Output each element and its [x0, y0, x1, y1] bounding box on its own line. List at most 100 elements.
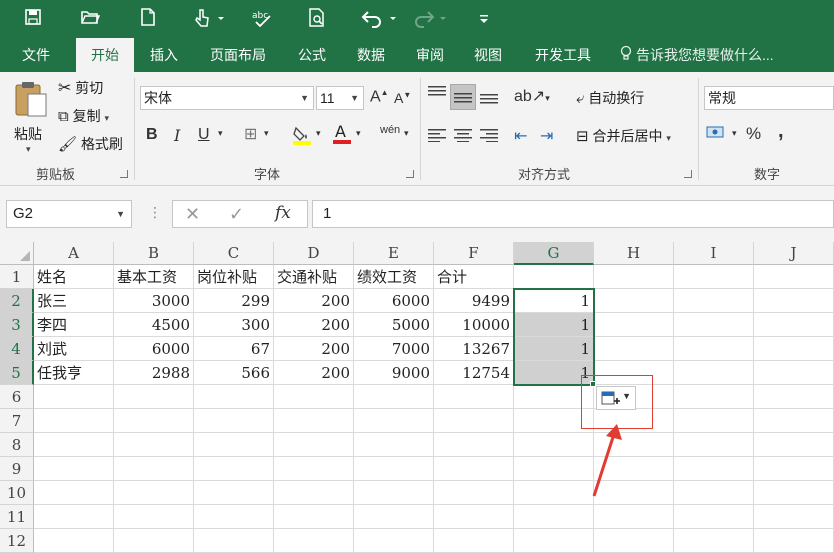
row-header-8[interactable]: 8 — [0, 433, 34, 457]
cell-e4[interactable]: 7000 — [354, 337, 434, 361]
cell-g8[interactable] — [514, 433, 594, 457]
row-header-7[interactable]: 7 — [0, 409, 34, 433]
formula-input[interactable]: 1 — [312, 200, 834, 228]
save-icon[interactable] — [24, 8, 42, 26]
copy-dropdown-icon[interactable]: ▾ — [105, 113, 110, 123]
cell-i9[interactable] — [674, 457, 754, 481]
cell-j11[interactable] — [754, 505, 834, 529]
paste-button[interactable]: 粘贴 ▾ — [12, 78, 52, 162]
row-header-12[interactable]: 12 — [0, 529, 34, 553]
tab-view[interactable]: 视图 — [462, 38, 514, 72]
cell-h1[interactable] — [594, 265, 674, 289]
insert-function-icon[interactable]: fx — [275, 203, 291, 223]
align-left-icon[interactable] — [428, 128, 446, 146]
cell-d6[interactable] — [274, 385, 354, 409]
fill-color-dropdown-icon[interactable]: ▾ — [316, 128, 321, 139]
open-icon[interactable] — [80, 8, 100, 26]
cell-d5[interactable]: 200 — [274, 361, 354, 385]
bold-button[interactable]: B — [146, 126, 158, 144]
cell-h12[interactable] — [594, 529, 674, 553]
cell-j6[interactable] — [754, 385, 834, 409]
cell-f5[interactable]: 12754 — [434, 361, 514, 385]
cell-b11[interactable] — [114, 505, 194, 529]
row-header-1[interactable]: 1 — [0, 265, 34, 289]
column-header-b[interactable]: B — [114, 242, 194, 265]
align-top-icon[interactable] — [428, 86, 446, 104]
cell-j10[interactable] — [754, 481, 834, 505]
align-center-icon[interactable] — [454, 128, 472, 146]
tab-home[interactable]: 开始 — [76, 38, 134, 72]
merge-center-button[interactable]: ⊟ 合并后居中 ▾ — [576, 126, 671, 146]
cancel-icon[interactable]: ✕ — [185, 204, 200, 225]
drag-handle-icon[interactable]: ⋮ — [148, 204, 162, 221]
tab-data[interactable]: 数据 — [344, 38, 398, 72]
cell-i8[interactable] — [674, 433, 754, 457]
cell-e10[interactable] — [354, 481, 434, 505]
cell-i1[interactable] — [674, 265, 754, 289]
row-header-10[interactable]: 10 — [0, 481, 34, 505]
cell-g10[interactable] — [514, 481, 594, 505]
alignment-launcher-icon[interactable] — [684, 170, 692, 178]
cell-i12[interactable] — [674, 529, 754, 553]
cell-c9[interactable] — [194, 457, 274, 481]
cell-a5[interactable]: 任我亨 — [34, 361, 114, 385]
align-right-icon[interactable] — [480, 128, 498, 146]
cell-b10[interactable] — [114, 481, 194, 505]
cell-g11[interactable] — [514, 505, 594, 529]
tab-review[interactable]: 审阅 — [404, 38, 456, 72]
column-header-h[interactable]: H — [594, 242, 674, 265]
cell-e1[interactable]: 绩效工资 — [354, 265, 434, 289]
number-format-select[interactable]: 常规 — [704, 86, 834, 110]
cell-c4[interactable]: 67 — [194, 337, 274, 361]
cell-c12[interactable] — [194, 529, 274, 553]
row-header-5[interactable]: 5 — [0, 361, 34, 385]
cell-h11[interactable] — [594, 505, 674, 529]
cell-j5[interactable] — [754, 361, 834, 385]
cell-h4[interactable] — [594, 337, 674, 361]
cell-e3[interactable]: 5000 — [354, 313, 434, 337]
cell-d2[interactable]: 200 — [274, 289, 354, 313]
underline-dropdown-icon[interactable]: ▾ — [218, 128, 223, 139]
column-header-c[interactable]: C — [194, 242, 274, 265]
row-header-9[interactable]: 9 — [0, 457, 34, 481]
cell-c3[interactable]: 300 — [194, 313, 274, 337]
cell-a6[interactable] — [34, 385, 114, 409]
cell-b4[interactable]: 6000 — [114, 337, 194, 361]
font-launcher-icon[interactable] — [406, 170, 414, 178]
cell-c7[interactable] — [194, 409, 274, 433]
cell-g9[interactable] — [514, 457, 594, 481]
tell-me-box[interactable]: 告诉我您想要做什么... — [620, 38, 774, 72]
cell-i10[interactable] — [674, 481, 754, 505]
cell-f12[interactable] — [434, 529, 514, 553]
cell-c11[interactable] — [194, 505, 274, 529]
cell-j7[interactable] — [754, 409, 834, 433]
fill-color-icon[interactable] — [292, 124, 312, 150]
borders-dropdown-icon[interactable]: ▾ — [264, 128, 269, 139]
orientation-icon[interactable]: ab↗▾ — [514, 86, 550, 106]
column-header-g[interactable]: G — [514, 242, 594, 265]
touch-mode-icon[interactable] — [194, 8, 224, 28]
spelling-icon[interactable]: abc — [252, 8, 274, 28]
cell-a4[interactable]: 刘武 — [34, 337, 114, 361]
column-header-e[interactable]: E — [354, 242, 434, 265]
row-header-6[interactable]: 6 — [0, 385, 34, 409]
currency-dropdown-icon[interactable]: ▾ — [732, 128, 737, 139]
cell-c2[interactable]: 299 — [194, 289, 274, 313]
cell-e7[interactable] — [354, 409, 434, 433]
cell-i3[interactable] — [674, 313, 754, 337]
cell-e6[interactable] — [354, 385, 434, 409]
percent-button[interactable]: % — [746, 124, 761, 144]
cell-f3[interactable]: 10000 — [434, 313, 514, 337]
tab-page-layout[interactable]: 页面布局 — [196, 38, 280, 72]
cell-b12[interactable] — [114, 529, 194, 553]
column-header-i[interactable]: I — [674, 242, 754, 265]
new-icon[interactable] — [140, 8, 156, 26]
cell-g12[interactable] — [514, 529, 594, 553]
cell-b5[interactable]: 2988 — [114, 361, 194, 385]
cell-f8[interactable] — [434, 433, 514, 457]
merge-dropdown-icon[interactable]: ▾ — [666, 133, 671, 143]
cell-b8[interactable] — [114, 433, 194, 457]
align-bottom-icon[interactable] — [480, 90, 498, 108]
phonetic-icon[interactable]: wén — [380, 124, 400, 136]
wrap-text-button[interactable]: ⤶ 自动换行 — [576, 88, 644, 108]
